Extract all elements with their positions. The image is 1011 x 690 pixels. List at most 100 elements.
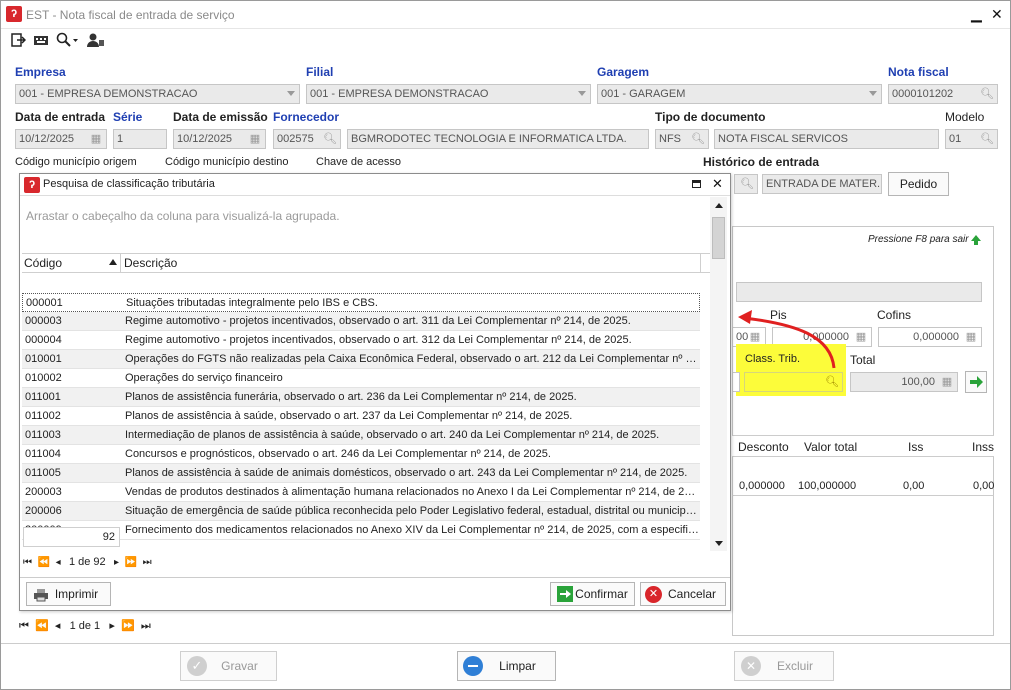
search-icon[interactable]: 🔍︎ (739, 177, 755, 191)
pedido-button[interactable]: Pedido (888, 172, 949, 196)
cod-municipio-origem-label: Código município origem (15, 156, 137, 168)
table-row[interactable]: 000003 Regime automotivo - projetos ince… (22, 312, 700, 331)
excluir-button[interactable]: ✕ Excluir (734, 651, 834, 681)
search-icon[interactable]: 🔍︎ (824, 375, 840, 389)
gravar-button[interactable]: ✓ Gravar (180, 651, 277, 681)
last-page-icon[interactable]: ⏭ (143, 557, 152, 568)
first-page-icon[interactable]: ⏮ (23, 557, 32, 568)
classificacao-tributaria-dialog: ʔ Pesquisa de classificação tributária ✕… (19, 173, 731, 611)
imprimir-button[interactable]: Imprimir (26, 582, 111, 606)
arrow-up-icon[interactable] (970, 234, 982, 249)
table-row[interactable]: 000004 Regime automotivo - projetos ince… (22, 331, 700, 350)
modelo-field[interactable]: 01 🔍︎ (945, 129, 998, 149)
serie-value: 1 (117, 133, 124, 145)
limpar-button[interactable]: Limpar (457, 651, 556, 681)
table-row[interactable]: 200006 Situação de emergência de saúde p… (22, 502, 700, 521)
total-label: Total (850, 353, 876, 367)
tipo-documento-name-field: NOTA FISCAL SERVICOS (714, 129, 939, 149)
close-window-button[interactable]: ✕ (991, 6, 1003, 23)
user-settings-icon[interactable] (87, 32, 105, 51)
scroll-thumb[interactable] (712, 217, 725, 259)
minimize-button[interactable]: ▁ (971, 6, 982, 23)
prev-page-fast-icon[interactable]: ⏪ (35, 620, 49, 632)
table-row[interactable]: 010001 Operações do FGTS não realizadas … (22, 350, 700, 369)
exit-icon[interactable] (10, 32, 27, 51)
chevron-down-icon (869, 91, 877, 96)
maximize-icon[interactable] (692, 180, 701, 188)
table-row[interactable]: 011002 Planos de assistência à saúde, ob… (22, 407, 700, 426)
modelo-label: Modelo (945, 110, 985, 124)
cofins-label: Cofins (877, 308, 912, 322)
table-row[interactable]: 010002 Operações do serviço financeiro (22, 369, 700, 388)
scroll-up-icon[interactable] (715, 203, 723, 208)
table-row[interactable]: 011005 Planos de assistência à saúde de … (22, 464, 700, 483)
scroll-down-icon[interactable] (715, 541, 723, 546)
desconto-col[interactable]: Desconto (738, 440, 789, 454)
garagem-select[interactable]: 001 - GARAGEM (597, 84, 882, 104)
prev-page-icon[interactable]: ◂ (56, 557, 61, 568)
search-icon[interactable]: 🔍︎ (979, 132, 995, 146)
prev-page-icon[interactable]: ◂ (55, 620, 61, 632)
table-row[interactable]: 000001 Situações tributadas integralment… (22, 293, 700, 312)
next-page-icon[interactable]: ▸ (109, 620, 115, 632)
table-row[interactable]: 011003 Intermediação de planos de assist… (22, 426, 700, 445)
valor-total-col[interactable]: Valor total (804, 440, 857, 454)
inss-col[interactable]: Inss (972, 440, 994, 454)
descricao-cell: Planos de assistência à saúde de animais… (125, 467, 688, 479)
keyboard-icon[interactable] (33, 32, 51, 51)
search-icon[interactable]: 🔍︎ (322, 132, 338, 146)
descricao-column-header[interactable]: Descrição (124, 256, 177, 270)
next-page-fast-icon[interactable]: ⏩ (121, 620, 135, 632)
annotation-arrow-icon (738, 310, 836, 369)
historico-name-field: ENTRADA DE MATER... (762, 174, 882, 194)
search-icon[interactable]: 🔍︎ (979, 87, 995, 101)
serie-label: Série (113, 110, 143, 124)
cofins-field[interactable]: 0,000000 ▦ (878, 327, 982, 347)
fornecedor-label: Fornecedor (273, 110, 340, 124)
search-icon[interactable]: 🔍︎ (690, 132, 706, 146)
last-page-icon[interactable]: ⏭ (141, 620, 151, 632)
nota-fiscal-field[interactable]: 0000101202 🔍︎ (888, 84, 998, 104)
tipo-documento-code-field[interactable]: NFS 🔍︎ (655, 129, 709, 149)
close-dialog-button[interactable]: ✕ (712, 176, 723, 192)
iss-col[interactable]: Iss (908, 440, 923, 454)
cancelar-button[interactable]: ✕ Cancelar (640, 582, 726, 606)
descricao-cell: Concursos e prognósticos, observado o ar… (125, 448, 551, 460)
excluir-label: Excluir (776, 659, 813, 673)
filial-select[interactable]: 001 - EMPRESA DEMONSTRACAO (306, 84, 591, 104)
historico-entrada-label: Histórico de entrada (703, 155, 820, 169)
codigo-cell: 000004 (25, 334, 62, 346)
next-page-icon[interactable]: ▸ (114, 557, 119, 568)
next-page-fast-icon[interactable]: ⏩ (125, 557, 137, 568)
total-field: 100,00 ▦ (850, 372, 958, 392)
descricao-cell: Planos de assistência funerária, observa… (125, 391, 577, 403)
calendar-icon[interactable]: ▦ (247, 132, 263, 146)
prev-page-fast-icon[interactable]: ⏪ (38, 557, 50, 568)
inss-cell: 0,00 (973, 480, 995, 492)
next-arrow-button[interactable] (965, 371, 987, 393)
minus-icon (463, 656, 483, 676)
calculator-icon[interactable]: ▦ (963, 330, 979, 344)
confirmar-button[interactable]: Confirmar (550, 582, 635, 606)
grid-scrollbar[interactable] (710, 197, 727, 551)
nota-fiscal-label: Nota fiscal (888, 65, 949, 79)
main-pager: ⏮ ⏪ ◂ 1 de 1 ▸ ⏩ ⏭ (19, 619, 151, 633)
fornecedor-code-field[interactable]: 002575 🔍︎ (273, 129, 341, 149)
data-entrada-field[interactable]: 10/12/2025 ▦ (15, 129, 107, 149)
historico-search-field[interactable]: 🔍︎ (734, 174, 758, 194)
calendar-icon[interactable]: ▦ (88, 132, 104, 146)
search-icon[interactable] (56, 32, 78, 51)
codigo-column-header[interactable]: Código (24, 256, 62, 270)
group-by-hint: Arrastar o cabeçalho da coluna para visu… (26, 209, 340, 223)
descricao-cell: Regime automotivo - projetos incentivado… (125, 315, 631, 327)
app-logo-icon: ʔ (6, 6, 22, 22)
table-row[interactable]: 200003 Vendas de produtos destinados à a… (22, 483, 700, 502)
table-row[interactable]: 011001 Planos de assistência funerária, … (22, 388, 700, 407)
table-row[interactable]: 200009 Fornecimento dos medicamentos rel… (22, 521, 700, 540)
calculator-icon[interactable]: ▦ (853, 330, 869, 344)
data-emissao-field[interactable]: 10/12/2025 ▦ (173, 129, 266, 149)
empresa-select[interactable]: 001 - EMPRESA DEMONSTRACAO (15, 84, 300, 104)
serie-field[interactable]: 1 (113, 129, 167, 149)
table-row[interactable]: 011004 Concursos e prognósticos, observa… (22, 445, 700, 464)
first-page-icon[interactable]: ⏮ (19, 620, 29, 632)
